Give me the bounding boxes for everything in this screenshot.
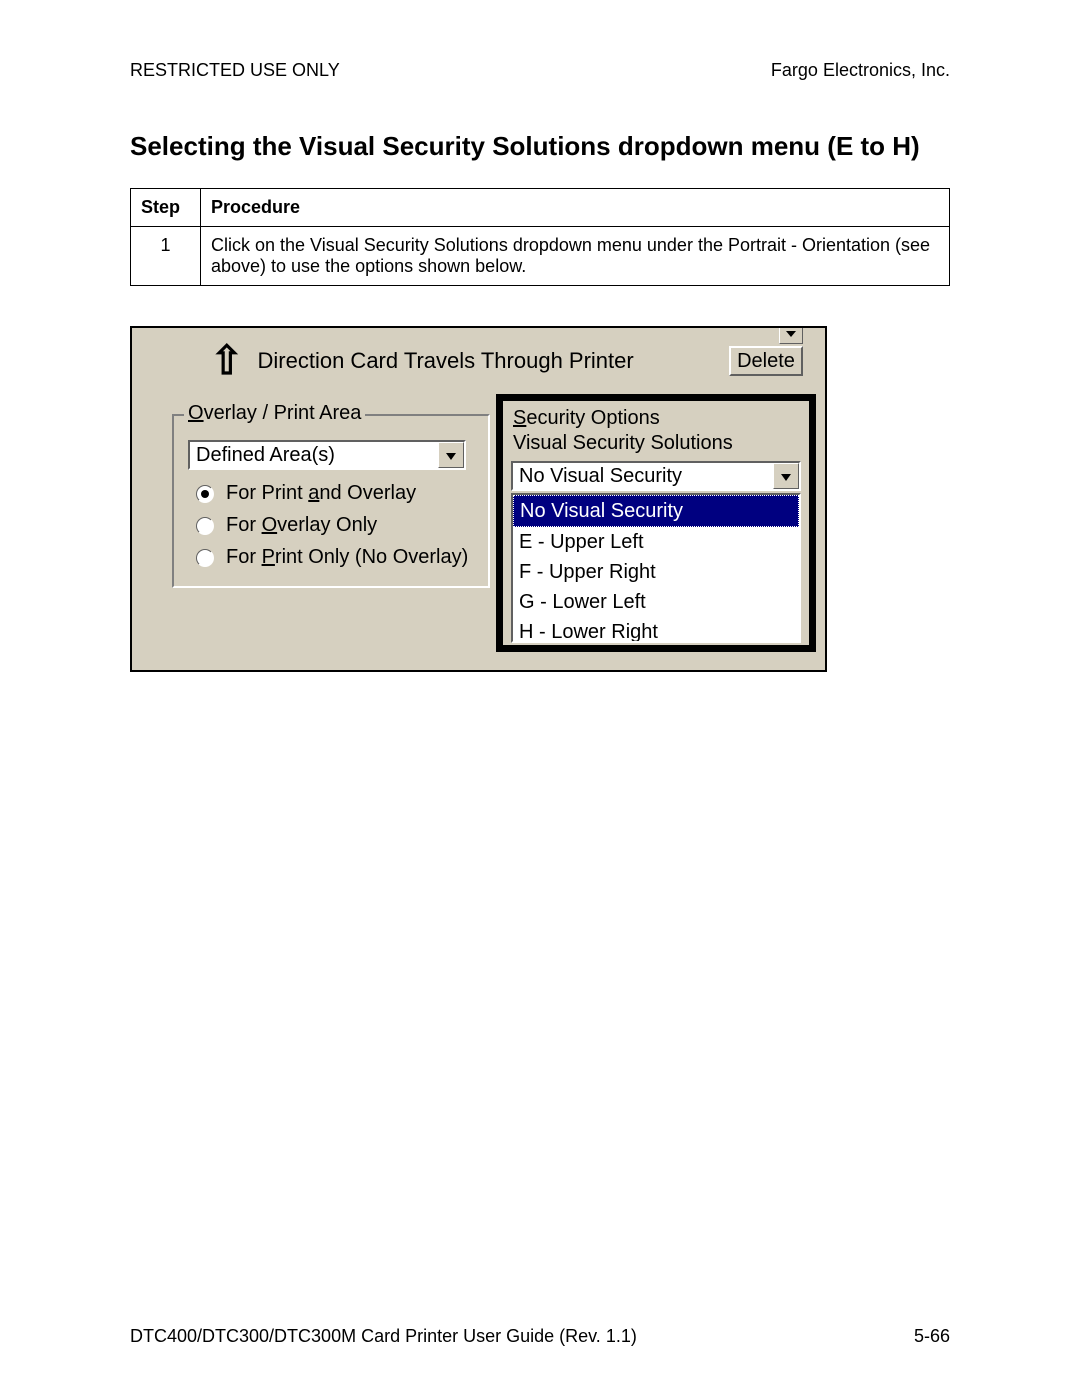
- defined-area-value: Defined Area(s): [190, 444, 438, 467]
- radio-icon: [196, 485, 214, 503]
- footer-left: DTC400/DTC300/DTC300M Card Printer User …: [130, 1326, 637, 1347]
- overlay-print-area-group: Overlay / Print Area Defined Area(s) For…: [172, 414, 490, 588]
- option-no-visual-security[interactable]: No Visual Security: [513, 495, 799, 527]
- procedure-table: Step Procedure 1 Click on the Visual Sec…: [130, 188, 950, 286]
- chevron-down-icon[interactable]: [438, 442, 464, 468]
- option-e-upper-left[interactable]: E - Upper Left: [513, 527, 799, 557]
- direction-label: Direction Card Travels Through Printer: [258, 348, 634, 374]
- chevron-down-icon[interactable]: [773, 463, 799, 489]
- delete-button[interactable]: Delete: [729, 346, 803, 376]
- page-footer: DTC400/DTC300/DTC300M Card Printer User …: [130, 1326, 950, 1347]
- step-number: 1: [131, 227, 201, 286]
- col-procedure: Procedure: [201, 189, 950, 227]
- option-h-lower-right[interactable]: H - Lower Right: [513, 617, 799, 643]
- radio-icon: [196, 517, 214, 535]
- security-options-highlight: Security Options Visual Security Solutio…: [496, 394, 816, 652]
- dialog-screenshot: ⇧ Direction Card Travels Through Printer…: [130, 326, 827, 672]
- step-text: Click on the Visual Security Solutions d…: [201, 227, 950, 286]
- spin-down-icon[interactable]: [779, 326, 803, 344]
- col-step: Step: [131, 189, 201, 227]
- visual-security-combo[interactable]: No Visual Security: [511, 461, 801, 491]
- section-heading: Selecting the Visual Security Solutions …: [130, 131, 950, 162]
- table-row: 1 Click on the Visual Security Solutions…: [131, 227, 950, 286]
- radio-print-only[interactable]: For Print Only (No Overlay): [196, 546, 468, 569]
- arrow-up-icon: ⇧: [210, 346, 244, 376]
- radio-icon: [196, 549, 214, 567]
- visual-security-value: No Visual Security: [513, 465, 773, 488]
- radio-overlay-only[interactable]: For Overlay Only: [196, 514, 377, 537]
- visual-security-listbox[interactable]: No Visual Security E - Upper Left F - Up…: [511, 493, 801, 643]
- overlay-legend: Overlay / Print Area: [184, 402, 365, 425]
- option-f-upper-right[interactable]: F - Upper Right: [513, 557, 799, 587]
- header-left: RESTRICTED USE ONLY: [130, 60, 340, 81]
- header-right: Fargo Electronics, Inc.: [771, 60, 950, 81]
- visual-security-label: Visual Security Solutions: [513, 432, 809, 455]
- security-legend: Security Options: [513, 407, 809, 430]
- footer-right: 5-66: [914, 1326, 950, 1347]
- option-g-lower-left[interactable]: G - Lower Left: [513, 587, 799, 617]
- page-header: RESTRICTED USE ONLY Fargo Electronics, I…: [130, 60, 950, 81]
- radio-print-and-overlay[interactable]: For Print and Overlay: [196, 482, 416, 505]
- defined-area-combo[interactable]: Defined Area(s): [188, 440, 466, 470]
